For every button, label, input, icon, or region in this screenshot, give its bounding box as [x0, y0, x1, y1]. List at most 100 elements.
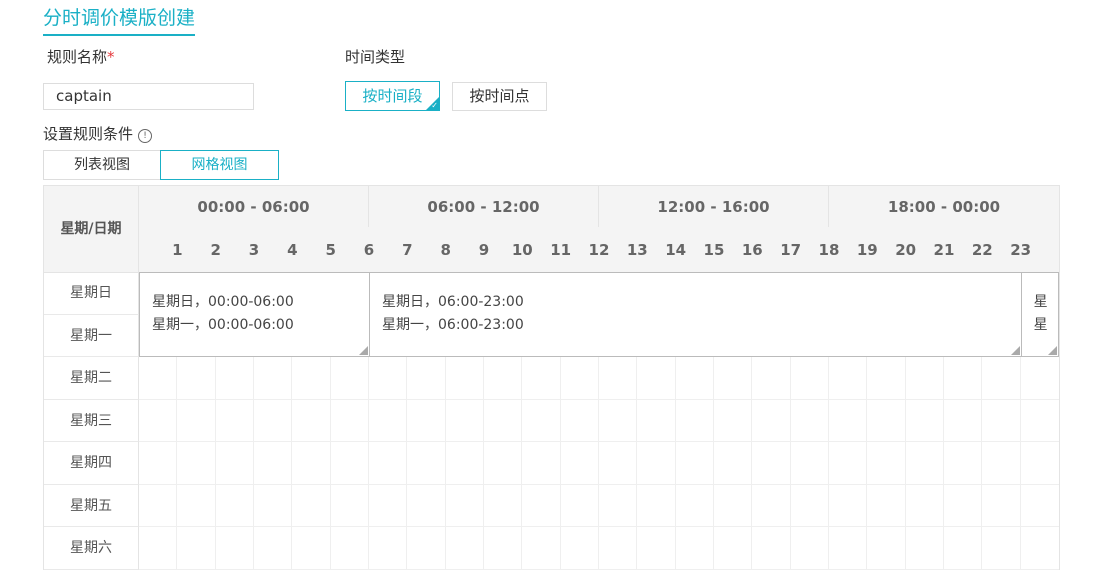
time-type-point-button[interactable]: 按时间点	[452, 82, 547, 111]
time-cell[interactable]	[599, 357, 638, 400]
time-cell[interactable]	[560, 399, 599, 442]
time-cell[interactable]	[369, 399, 408, 442]
time-cell[interactable]	[292, 442, 331, 485]
time-cell[interactable]	[867, 399, 906, 442]
time-cell[interactable]	[407, 442, 446, 485]
time-cell[interactable]	[484, 442, 523, 485]
time-cell[interactable]	[484, 357, 523, 400]
time-type-period-button[interactable]: 按时间段 ✓	[345, 81, 440, 111]
time-cell[interactable]	[944, 399, 983, 442]
time-cell[interactable]	[215, 442, 254, 485]
time-cell[interactable]	[714, 527, 753, 570]
time-cell[interactable]	[139, 442, 178, 485]
time-cell[interactable]	[292, 399, 331, 442]
time-cell[interactable]	[445, 527, 484, 570]
time-cell[interactable]	[407, 357, 446, 400]
time-cell[interactable]	[637, 442, 676, 485]
time-block[interactable]: 星期日，00:00-06:00 星期一，00:00-06:00	[139, 272, 370, 357]
time-cell[interactable]	[254, 357, 293, 400]
time-cell[interactable]	[254, 399, 293, 442]
time-cell[interactable]	[752, 399, 791, 442]
time-cell[interactable]	[484, 527, 523, 570]
time-cell[interactable]	[867, 527, 906, 570]
time-cell[interactable]	[982, 442, 1021, 485]
time-cell[interactable]	[177, 399, 216, 442]
time-cell[interactable]	[905, 484, 944, 527]
time-cell[interactable]	[905, 527, 944, 570]
time-cell[interactable]	[944, 527, 983, 570]
time-cell[interactable]	[905, 399, 944, 442]
time-cell[interactable]	[829, 442, 868, 485]
time-cell[interactable]	[560, 527, 599, 570]
time-cell[interactable]	[599, 442, 638, 485]
time-cell[interactable]	[292, 484, 331, 527]
time-cell[interactable]	[522, 484, 561, 527]
time-cell[interactable]	[982, 357, 1021, 400]
time-cell[interactable]	[177, 442, 216, 485]
time-cell[interactable]	[139, 399, 178, 442]
time-cell[interactable]	[752, 357, 791, 400]
time-cell[interactable]	[714, 484, 753, 527]
time-cell[interactable]	[675, 484, 714, 527]
tab-list-view[interactable]: 列表视图	[43, 150, 161, 180]
resize-handle-icon[interactable]	[359, 346, 368, 355]
time-block[interactable]: 星星	[1020, 272, 1059, 357]
time-cell[interactable]	[829, 399, 868, 442]
time-cell[interactable]	[829, 527, 868, 570]
time-cell[interactable]	[445, 484, 484, 527]
time-cell[interactable]	[215, 484, 254, 527]
time-cell[interactable]	[790, 527, 829, 570]
time-cell[interactable]	[1020, 442, 1059, 485]
time-cell[interactable]	[599, 527, 638, 570]
time-cell[interactable]	[752, 442, 791, 485]
time-cell[interactable]	[215, 357, 254, 400]
time-cell[interactable]	[637, 484, 676, 527]
time-cell[interactable]	[177, 527, 216, 570]
time-cell[interactable]	[445, 399, 484, 442]
time-cell[interactable]	[944, 442, 983, 485]
time-block[interactable]: 星期日，06:00-23:00 星期一，06:00-23:00	[369, 272, 1022, 357]
time-cell[interactable]	[254, 442, 293, 485]
time-cell[interactable]	[522, 357, 561, 400]
time-cell[interactable]	[675, 527, 714, 570]
time-cell[interactable]	[982, 399, 1021, 442]
time-cell[interactable]	[790, 357, 829, 400]
time-cell[interactable]	[369, 442, 408, 485]
time-cell[interactable]	[944, 484, 983, 527]
time-cell[interactable]	[675, 442, 714, 485]
time-cell[interactable]	[215, 527, 254, 570]
time-cell[interactable]	[752, 484, 791, 527]
time-cell[interactable]	[369, 527, 408, 570]
time-cell[interactable]	[330, 357, 369, 400]
rule-name-input[interactable]: captain	[43, 83, 254, 110]
time-cell[interactable]	[790, 442, 829, 485]
time-cell[interactable]	[292, 357, 331, 400]
resize-handle-icon[interactable]	[1047, 346, 1057, 355]
time-cell[interactable]	[445, 357, 484, 400]
time-cell[interactable]	[254, 484, 293, 527]
time-cell[interactable]	[215, 399, 254, 442]
time-cell[interactable]	[407, 399, 446, 442]
time-cell[interactable]	[905, 442, 944, 485]
time-cell[interactable]	[1020, 357, 1059, 400]
time-cell[interactable]	[139, 357, 178, 400]
time-cell[interactable]	[177, 484, 216, 527]
time-cell[interactable]	[522, 442, 561, 485]
time-cell[interactable]	[407, 527, 446, 570]
time-cell[interactable]	[1020, 485, 1059, 527]
time-cell[interactable]	[637, 399, 676, 442]
time-cell[interactable]	[982, 527, 1021, 570]
time-cell[interactable]	[407, 484, 446, 527]
time-cell[interactable]	[599, 399, 638, 442]
time-cell[interactable]	[905, 357, 944, 400]
time-cell[interactable]	[599, 484, 638, 527]
time-cell[interactable]	[867, 442, 906, 485]
time-cell[interactable]	[139, 484, 178, 527]
time-cell[interactable]	[560, 442, 599, 485]
resize-handle-icon[interactable]	[1010, 346, 1020, 355]
time-cell[interactable]	[752, 527, 791, 570]
time-cell[interactable]	[714, 442, 753, 485]
time-cell[interactable]	[484, 399, 523, 442]
info-icon[interactable]: !	[138, 129, 153, 143]
time-cell[interactable]	[560, 357, 599, 400]
